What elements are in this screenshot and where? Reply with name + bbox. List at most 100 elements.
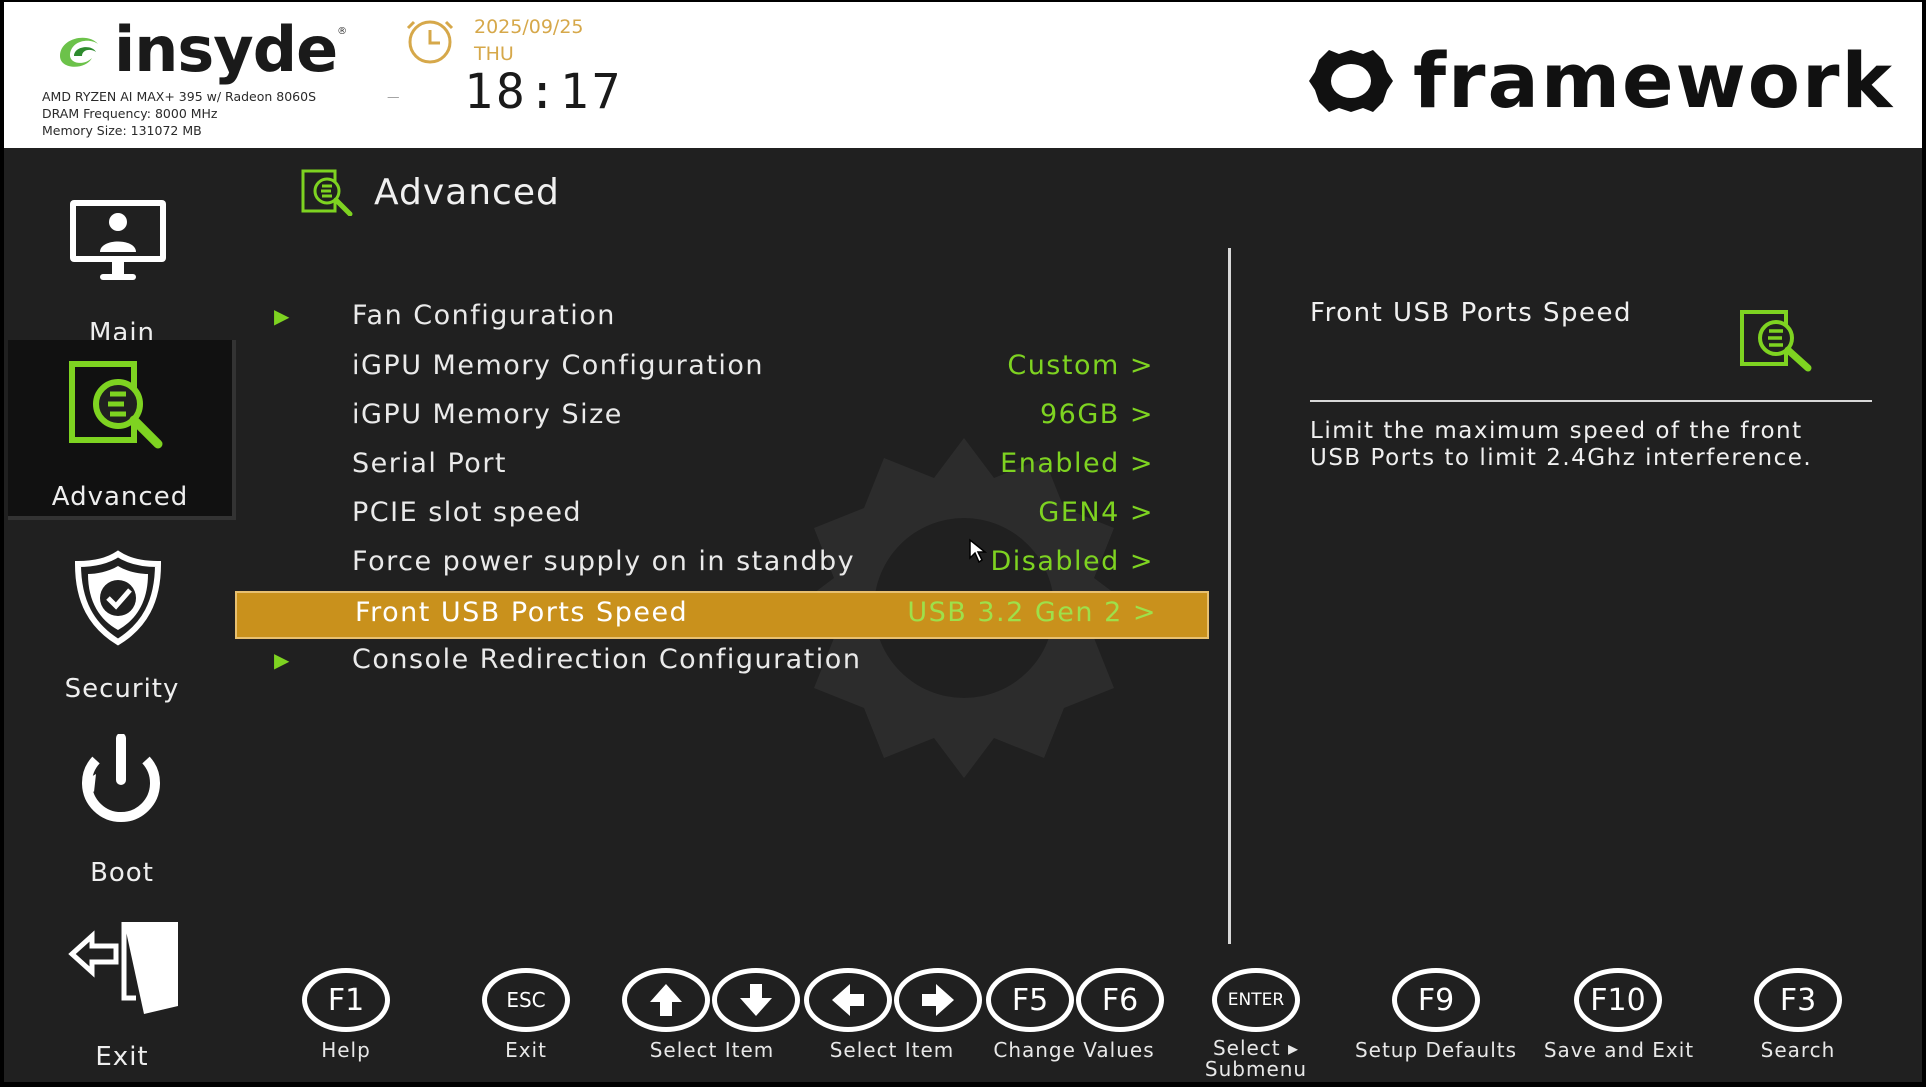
- f10-key-label: F10: [1590, 982, 1646, 1018]
- help-description: Limit the maximum speed of the front USB…: [1310, 418, 1813, 471]
- menu-item-label: Console Redirection Configuration: [352, 644, 862, 675]
- sidebar-item-security[interactable]: Security: [8, 530, 236, 710]
- enter-key[interactable]: ENTER: [1212, 968, 1300, 1032]
- section-title-text: Advanced: [374, 171, 560, 213]
- menu-item-value[interactable]: 96GB >: [1040, 399, 1154, 430]
- header-bar: insyde ® AMD RYZEN AI MAX+ 395 w/ Radeon…: [4, 2, 1922, 148]
- cpu-info: AMD RYZEN AI MAX+ 395 w/ Radeon 8060S: [42, 89, 317, 104]
- up-arrow-icon: [650, 984, 682, 1016]
- help-key-label: Help: [321, 1038, 371, 1062]
- advanced-search-icon: [69, 361, 163, 449]
- system-info: AMD RYZEN AI MAX+ 395 w/ Radeon 8060S DR…: [42, 88, 400, 139]
- setup-defaults-label: Setup Defaults: [1354, 1038, 1518, 1062]
- sidebar-item-main[interactable]: Main: [8, 176, 236, 356]
- shield-check-icon: [74, 550, 162, 646]
- help-divider: [1310, 400, 1872, 402]
- menu-item-label: Serial Port: [352, 448, 508, 479]
- sidebar-item-exit[interactable]: Exit: [8, 898, 236, 1078]
- menu-item-igpu-memory-size[interactable]: iGPU Memory Size 96GB >: [234, 395, 1204, 441]
- sidebar-item-advanced[interactable]: Advanced: [8, 340, 236, 520]
- sidebar-label-security: Security: [64, 674, 180, 704]
- menu-item-value[interactable]: Custom >: [1007, 350, 1154, 381]
- menu-item-console-redirection[interactable]: ▶ Console Redirection Configuration: [234, 640, 1204, 686]
- sidebar-item-boot[interactable]: Boot: [8, 714, 236, 894]
- menu-item-front-usb-ports-speed[interactable]: Front USB Ports Speed USB 3.2 Gen 2 >: [235, 591, 1209, 639]
- mouse-cursor-icon: [969, 538, 988, 564]
- up-arrow-key[interactable]: [622, 968, 710, 1032]
- down-arrow-icon: [740, 984, 772, 1016]
- right-arrow-key[interactable]: [894, 968, 982, 1032]
- change-values-label: Change Values: [993, 1038, 1155, 1062]
- info-separator: —: [387, 89, 400, 104]
- select-item-vertical-label: Select Item: [649, 1038, 775, 1062]
- vendor-name: framework: [1412, 36, 1894, 125]
- f5-key-label: F5: [1011, 982, 1049, 1018]
- esc-key-label: ESC: [506, 988, 546, 1012]
- submenu-arrow-icon: ▶: [274, 304, 290, 328]
- sidebar-label-exit: Exit: [95, 1042, 149, 1072]
- f1-key[interactable]: F1: [302, 968, 390, 1032]
- advanced-section-icon: [301, 169, 353, 216]
- menu-item-label: Front USB Ports Speed: [355, 597, 689, 628]
- f9-key[interactable]: F9: [1392, 968, 1480, 1032]
- panel-divider: [1228, 248, 1231, 944]
- menu-item-value[interactable]: Disabled >: [991, 546, 1155, 577]
- f3-key[interactable]: F3: [1754, 968, 1842, 1032]
- menu-item-serial-port[interactable]: Serial Port Enabled >: [234, 444, 1204, 490]
- esc-key[interactable]: ESC: [482, 968, 570, 1032]
- sidebar-label-advanced: Advanced: [51, 482, 189, 512]
- brand-name: insyde: [114, 12, 338, 86]
- menu-item-igpu-memory-configuration[interactable]: iGPU Memory Configuration Custom >: [234, 346, 1204, 392]
- search-key-label: Search: [1760, 1038, 1836, 1062]
- f3-key-label: F3: [1779, 982, 1817, 1018]
- f9-key-label: F9: [1417, 982, 1455, 1018]
- menu-item-label: iGPU Memory Size: [352, 399, 623, 430]
- time-display: 18:17: [464, 64, 624, 120]
- f6-key-label: F6: [1101, 982, 1139, 1018]
- help-advanced-icon: [1740, 310, 1812, 372]
- dram-info: DRAM Frequency: 8000 MHz: [42, 106, 218, 121]
- menu-item-fan-configuration[interactable]: ▶ Fan Configuration: [234, 296, 1204, 342]
- menu-item-value[interactable]: USB 3.2 Gen 2 >: [907, 597, 1157, 628]
- f10-key[interactable]: F10: [1574, 968, 1662, 1032]
- menu-item-label: Force power supply on in standby: [352, 546, 856, 577]
- monitor-user-icon: [70, 200, 166, 280]
- left-arrow-key[interactable]: [804, 968, 892, 1032]
- memory-info: Memory Size: 131072 MB: [42, 123, 202, 138]
- left-arrow-icon: [832, 984, 864, 1016]
- select-submenu-label: Select ▸ Submenu: [1186, 1038, 1326, 1080]
- setup-body: Main Advanced Security Boot Exit Advance…: [4, 148, 1922, 1082]
- help-title: Front USB Ports Speed: [1310, 298, 1633, 328]
- menu-item-force-power-supply[interactable]: Force power supply on in standby Disable…: [234, 542, 1204, 588]
- down-arrow-key[interactable]: [712, 968, 800, 1032]
- menu-item-value[interactable]: Enabled >: [1000, 448, 1154, 479]
- framework-logo: framework: [1307, 36, 1894, 125]
- section-title: Advanced: [300, 168, 560, 216]
- registered-mark: ®: [337, 26, 348, 37]
- date-value: 2025/09/25: [474, 16, 584, 38]
- date-display: 2025/09/25 THU: [474, 14, 584, 68]
- menu-item-label: iGPU Memory Configuration: [352, 350, 765, 381]
- select-item-horizontal-label: Select Item: [829, 1038, 955, 1062]
- menu-item-pcie-slot-speed[interactable]: PCIE slot speed GEN4 >: [234, 493, 1204, 539]
- sidebar-label-boot: Boot: [90, 858, 154, 888]
- f5-key[interactable]: F5: [986, 968, 1074, 1032]
- select-submenu-line2: Submenu: [1204, 1057, 1308, 1081]
- menu-item-value[interactable]: GEN4 >: [1038, 497, 1154, 528]
- power-icon: [82, 734, 160, 822]
- f6-key[interactable]: F6: [1076, 968, 1164, 1032]
- framework-gear-icon: [1308, 49, 1393, 112]
- exit-door-icon: [68, 922, 178, 1014]
- menu-item-label: PCIE slot speed: [352, 497, 583, 528]
- enter-key-label: ENTER: [1227, 990, 1285, 1010]
- submenu-arrow-icon: ▶: [274, 648, 290, 672]
- menu-item-label: Fan Configuration: [352, 300, 616, 331]
- exit-key-label: Exit: [505, 1038, 547, 1062]
- insyde-logo: insyde ®: [52, 12, 348, 86]
- f1-key-label: F1: [327, 982, 365, 1018]
- clock-icon: [406, 20, 454, 64]
- save-and-exit-label: Save and Exit: [1543, 1038, 1695, 1062]
- insyde-swirl-icon: [60, 37, 98, 67]
- right-arrow-icon: [922, 984, 954, 1016]
- select-submenu-line1: Select ▸: [1212, 1036, 1300, 1060]
